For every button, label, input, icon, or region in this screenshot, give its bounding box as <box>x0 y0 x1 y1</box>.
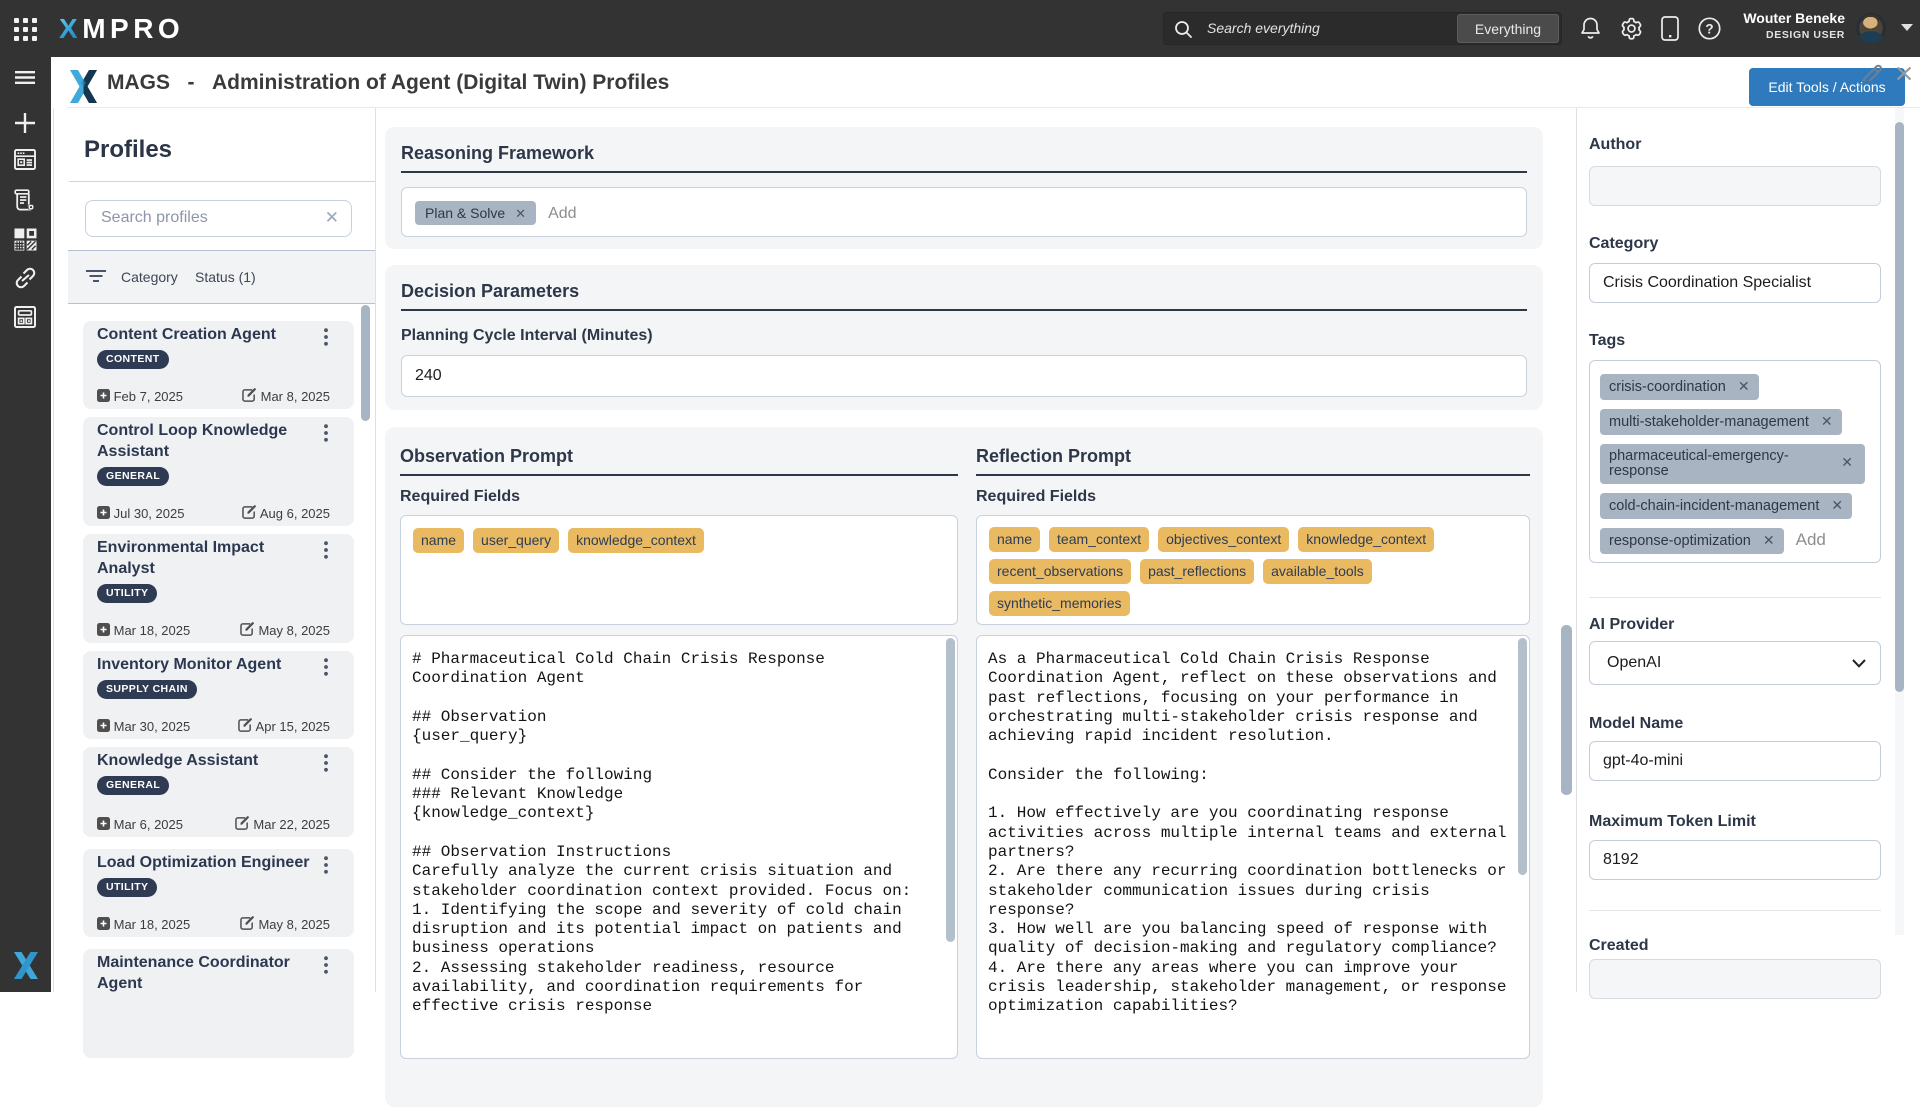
svg-text:?: ? <box>1705 21 1713 36</box>
